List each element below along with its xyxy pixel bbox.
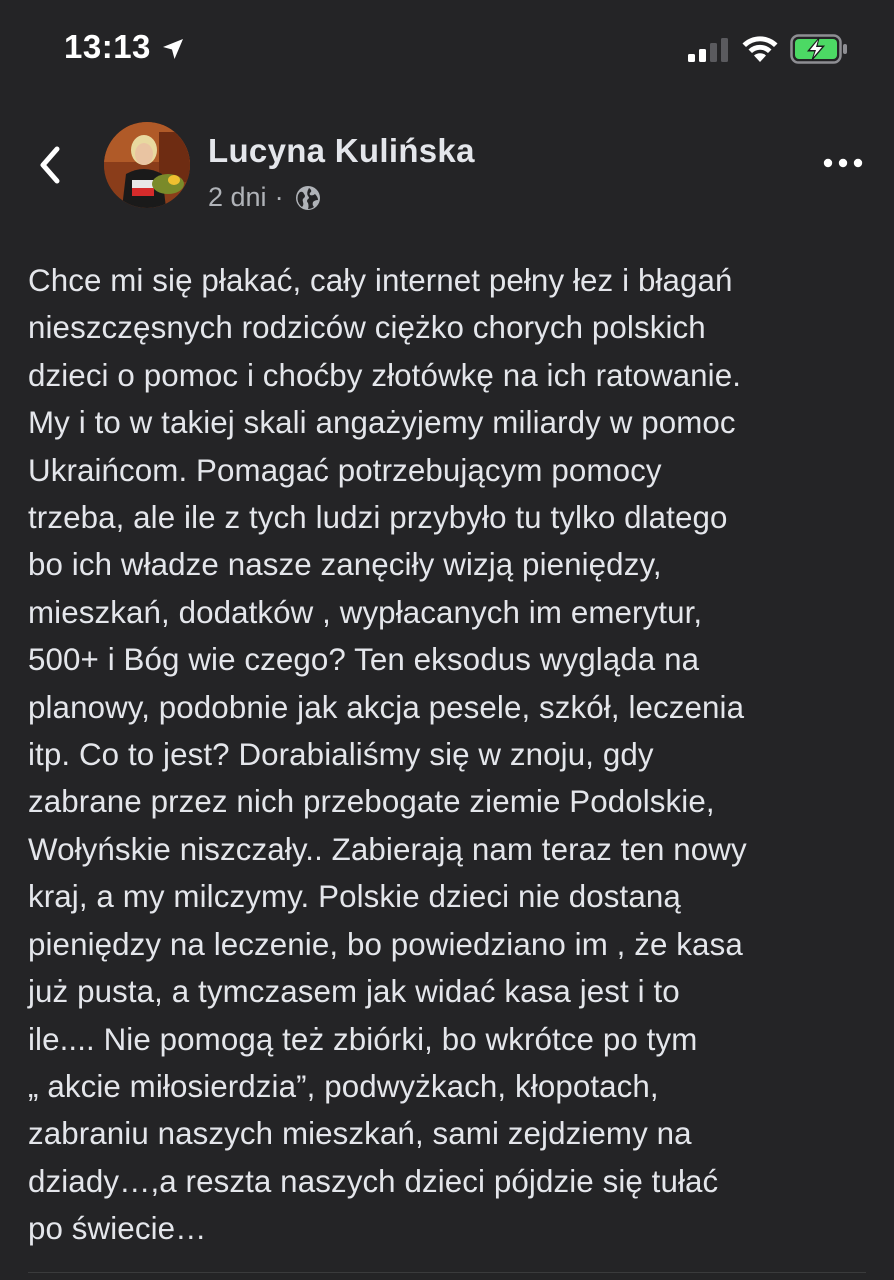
post-text-line: po świecie…	[28, 1211, 207, 1247]
divider	[28, 1272, 866, 1273]
post-text-line: nieszczęsnych rodziców ciężko chorych po…	[28, 310, 706, 346]
avatar-image	[104, 122, 190, 208]
post-text-line: zabrane przez nich przebogate ziemie Pod…	[28, 784, 715, 820]
post-header: Lucyna Kulińska 2 dni ·	[0, 118, 894, 228]
post-text-line: dzieci o pomoc i choćby złotówkę na ich …	[28, 357, 742, 393]
post-text: Chce mi się płakać, cały internet pełny …	[28, 257, 878, 1253]
post-meta: 2 dni ·	[208, 182, 322, 213]
post-text-line: dziady…,a reszta naszych dzieci pójdzie …	[28, 1163, 719, 1199]
post-text-line: „ akcie miłosierdzia”, podwyżkach, kłopo…	[28, 1068, 659, 1104]
more-options-button[interactable]	[818, 148, 868, 178]
post-text-line: planowy, podobnie jak akcja pesele, szkó…	[28, 689, 745, 725]
post-text-line: pieniędzy na leczenie, bo powiedziano im…	[28, 926, 743, 962]
globe-icon	[295, 185, 320, 210]
post-text-line: Chce mi się płakać, cały internet pełny …	[28, 263, 733, 298]
post-text-line: Wołyńskie niszczały.. Zabierają nam tera…	[28, 831, 747, 867]
post-timestamp[interactable]: 2 dni	[208, 182, 267, 213]
cellular-signal-icon	[688, 38, 728, 62]
author-name[interactable]: Lucyna Kulińska	[208, 132, 475, 170]
post-text-line: 500+ i Bóg wie czego? Ten eksodus wygląd…	[28, 642, 700, 678]
facebook-post-screen: 13:13 Lucyna Kulińska 2 dni · Chce mi si…	[0, 0, 894, 1280]
chevron-left-icon	[40, 146, 60, 184]
location-arrow-icon	[163, 39, 183, 59]
post-text-line: kraj, a my milczymy. Polskie dzieci nie …	[28, 879, 681, 915]
meta-separator: ·	[274, 182, 284, 212]
post-text-line: mieszkań, dodatków , wypłacanych im emer…	[28, 594, 703, 630]
back-button[interactable]	[28, 140, 72, 190]
post-text-line: już pusta, a tymczasem jak widać kasa je…	[28, 974, 680, 1010]
battery-charging-icon	[790, 34, 847, 64]
post-text-line: Ukraińcom. Pomagać potrzebującym pomocy	[28, 452, 662, 488]
post-text-line: trzeba, ale ile z tych ludzi przybyło tu…	[28, 500, 728, 536]
author-avatar[interactable]	[104, 122, 190, 208]
post-text-line: ile.... Nie pomogą też zbiórki, bo wkrót…	[28, 1021, 698, 1057]
post-text-line: bo ich władze nasze zanęciły wizją pieni…	[28, 547, 662, 583]
status-time: 13:13	[64, 28, 151, 65]
post-text-line: itp. Co to jest? Dorabialiśmy się w znoj…	[28, 737, 654, 773]
wifi-icon	[742, 36, 778, 62]
post-text-line: zabraniu naszych mieszkań, sami zejdziem…	[28, 1116, 692, 1152]
more-horizontal-icon	[823, 158, 863, 168]
post-text-line: My i to w takiej skali angażyjemy miliar…	[28, 405, 736, 441]
status-bar: 13:13	[0, 0, 894, 100]
